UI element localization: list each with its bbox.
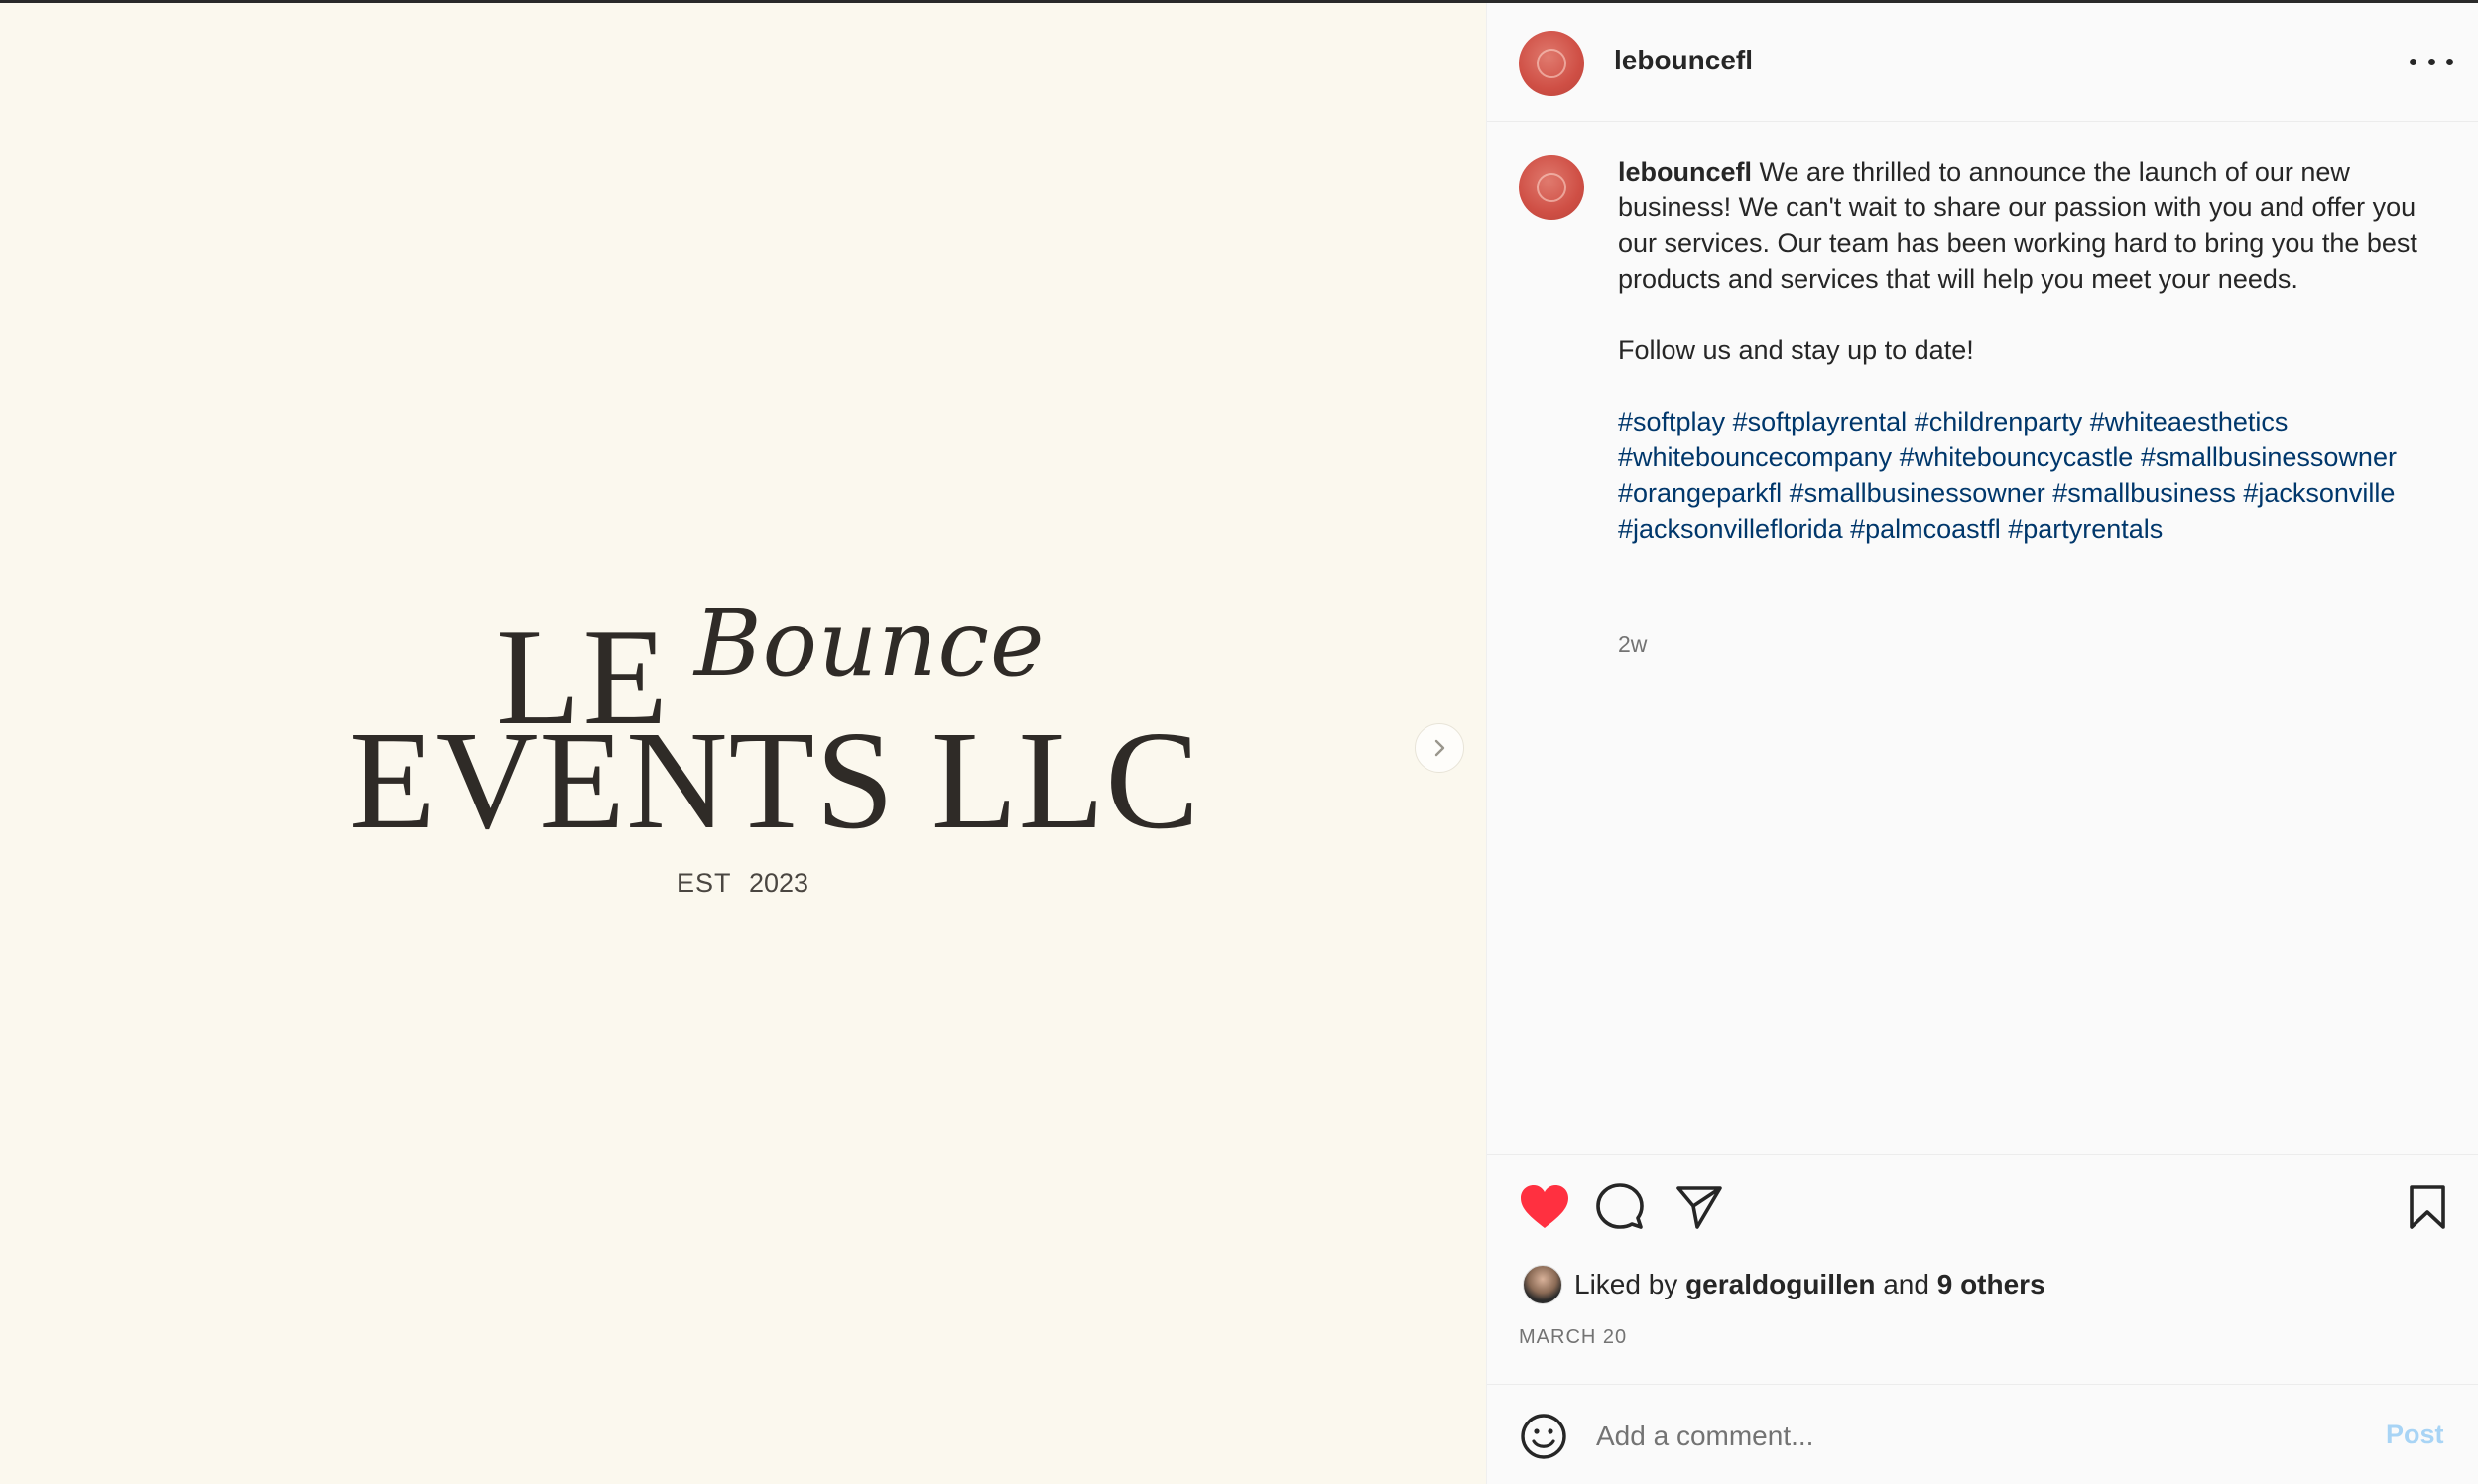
next-media-button[interactable]: [1415, 723, 1464, 773]
caption-paragraph-2: Follow us and stay up to date!: [1618, 335, 1974, 365]
profile-avatar[interactable]: [1519, 31, 1584, 96]
caption-hashtags[interactable]: #softplay #softplayrental #childrenparty…: [1618, 404, 2441, 547]
more-dot-icon: [2446, 58, 2453, 65]
comment-input[interactable]: [1596, 1414, 2350, 1459]
share-button[interactable]: [1672, 1179, 1727, 1235]
heart-filled-icon: [1521, 1185, 1568, 1228]
bookmark-icon: [2410, 1185, 2445, 1229]
post-side-panel: lebouncefl lebouncefl We are thrilled to…: [1486, 3, 2478, 1484]
emoji-button[interactable]: [1519, 1412, 1568, 1461]
more-dot-icon: [2427, 58, 2435, 65]
caption-paragraph-1: lebouncefl We are thrilled to announce t…: [1618, 154, 2441, 297]
caption-avatar[interactable]: [1519, 155, 1584, 220]
post-caption: lebouncefl We are thrilled to announce t…: [1618, 154, 2441, 547]
comment-button[interactable]: [1592, 1179, 1648, 1235]
like-button[interactable]: [1517, 1179, 1572, 1235]
header-username[interactable]: lebouncefl: [1614, 45, 1753, 76]
more-horizontal-icon: [2410, 58, 2416, 65]
post-comment-button[interactable]: Post: [2386, 1420, 2444, 1450]
liked-by-connector: and: [1883, 1269, 1929, 1299]
actions-divider: [1487, 1154, 2478, 1155]
comment-divider: [1487, 1384, 2478, 1385]
smiley-icon: [1521, 1414, 1566, 1459]
logo-bounce-script: Bounce: [694, 590, 1046, 696]
more-options-button[interactable]: [2410, 47, 2453, 76]
comment-icon: [1596, 1183, 1644, 1229]
caption-username[interactable]: lebouncefl: [1618, 157, 1752, 186]
instagram-post-view: LE Bounce EVENTS LLC EST 2023 lebouncefl…: [0, 0, 2478, 1484]
logo-year-text: 2023: [749, 868, 809, 898]
avatar-emblem: [1537, 173, 1566, 202]
caption-timestamp[interactable]: 2w: [1618, 631, 1647, 658]
post-media[interactable]: LE Bounce EVENTS LLC EST 2023: [0, 3, 1486, 1484]
liker-avatar[interactable]: [1523, 1265, 1562, 1304]
save-button[interactable]: [2400, 1179, 2455, 1235]
avatar-emblem: [1537, 49, 1566, 78]
likes-others-link[interactable]: 9 others: [1937, 1269, 2045, 1300]
post-date: MARCH 20: [1519, 1326, 1628, 1348]
send-icon: [1676, 1186, 1722, 1229]
logo-events-text: EVENTS LLC: [349, 701, 1200, 858]
logo-est-text: EST: [677, 868, 732, 898]
liked-by-prefix: Liked by: [1574, 1269, 1678, 1299]
liked-by-row[interactable]: Liked by geraldoguillen and 9 others: [1523, 1265, 2045, 1304]
liker-username[interactable]: geraldoguillen: [1685, 1269, 1875, 1300]
post-header: lebouncefl: [1487, 3, 2478, 122]
chevron-right-icon: [1434, 739, 1445, 757]
